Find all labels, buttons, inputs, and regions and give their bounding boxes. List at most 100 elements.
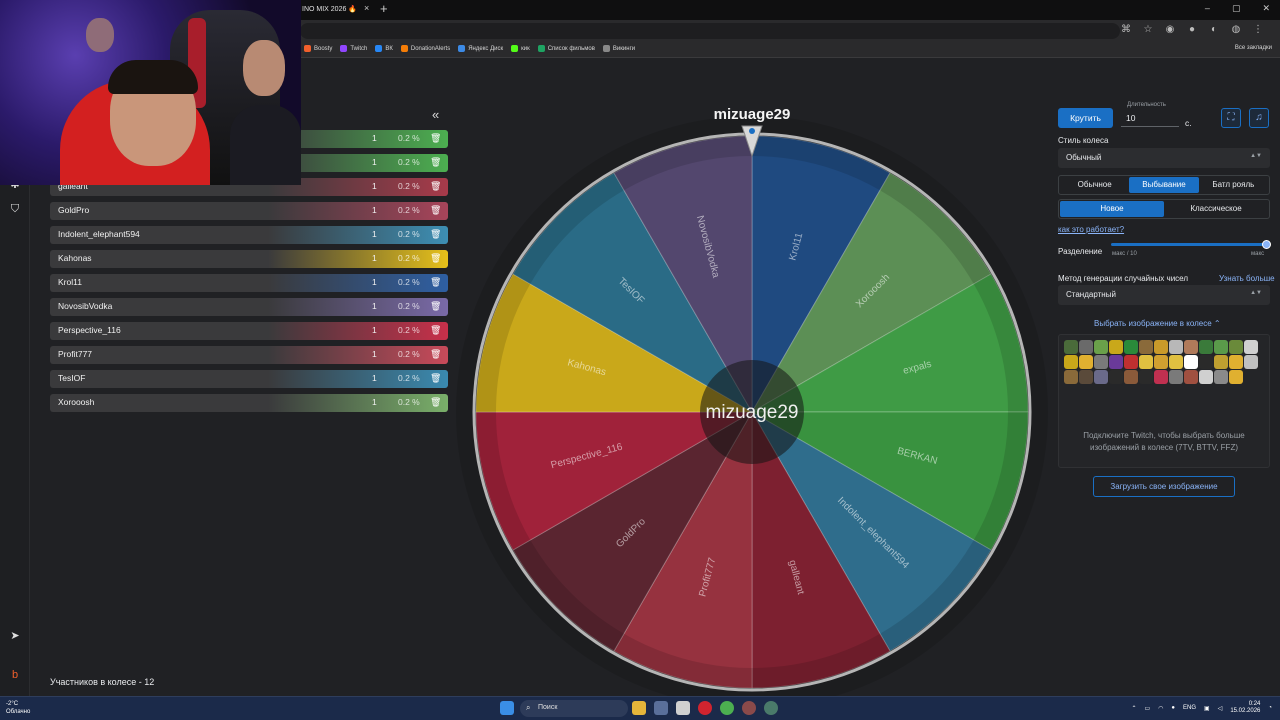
emote-option[interactable] <box>1169 370 1183 384</box>
network-icon[interactable]: ▣ <box>1204 705 1210 712</box>
emote-option[interactable] <box>1064 355 1078 369</box>
weather-widget[interactable]: -2°C Облачно <box>6 700 30 716</box>
system-tray: ⌃ ▭ ◠ ● ENG ▣ ◁ 0:24 15.02.2026 ◔ <box>1131 701 1272 715</box>
mode-option-2[interactable]: Батл рояль <box>1199 177 1268 193</box>
emote-option[interactable] <box>1184 340 1198 354</box>
emote-option[interactable] <box>1124 355 1138 369</box>
split-label: Разделение <box>1058 247 1103 256</box>
clock-time: 0:24 <box>1248 701 1261 707</box>
rng-select[interactable]: Стандартный ▲▼ <box>1058 285 1270 305</box>
volume-icon[interactable]: ◁ <box>1218 705 1223 712</box>
chevron-down-icon: ▲▼ <box>1250 153 1262 159</box>
emote-option[interactable] <box>1154 370 1168 384</box>
duration-unit: с. <box>1185 118 1192 128</box>
app-icon[interactable] <box>742 701 756 715</box>
emote-option[interactable] <box>1139 370 1153 384</box>
mode-switch: Обычное Выбывание Батл рояль <box>1058 175 1270 195</box>
app-icon[interactable] <box>654 701 668 715</box>
emote-option[interactable] <box>1124 340 1138 354</box>
opera-icon[interactable] <box>698 701 712 715</box>
weather-desc: Облачно <box>6 709 31 715</box>
emote-option[interactable] <box>1199 340 1213 354</box>
mode-option-1[interactable]: Выбывание <box>1129 177 1199 193</box>
emote-option[interactable] <box>1139 355 1153 369</box>
music-icon[interactable]: ♫ <box>1249 108 1269 128</box>
emote-option[interactable] <box>1064 370 1078 384</box>
emote-option[interactable] <box>1109 370 1123 384</box>
variant-option-1[interactable]: Классическое <box>1164 201 1268 217</box>
wheel-center-text: mizuage29 <box>706 402 799 423</box>
emote-option[interactable] <box>1244 355 1258 369</box>
image-picker-toggle[interactable]: Выбрать изображение в колесе ⌃ <box>1094 319 1221 328</box>
chevron-up-icon[interactable]: ⌃ <box>1131 705 1136 712</box>
wheel-style-value: Обычный <box>1066 153 1102 162</box>
wheel-style-label: Стиль колеса <box>1058 136 1109 145</box>
emote-option[interactable] <box>1169 355 1183 369</box>
app-icon[interactable] <box>676 701 690 715</box>
language-indicator[interactable]: ENG <box>1183 705 1196 711</box>
duration-input[interactable] <box>1121 109 1179 127</box>
search-icon: ⌕ <box>526 703 531 712</box>
emote-option[interactable] <box>1094 355 1108 369</box>
emote-option[interactable] <box>1229 370 1243 384</box>
emote-option[interactable] <box>1139 340 1153 354</box>
tray-icon[interactable]: ▭ <box>1144 705 1150 712</box>
taskbar-search-label: Поиск <box>538 704 558 711</box>
emote-option[interactable] <box>1244 340 1258 354</box>
taskbar-search[interactable]: ⌕ Поиск <box>520 700 628 717</box>
emote-option[interactable] <box>1214 355 1228 369</box>
rng-label: Метод генерации случайных чисел <box>1058 274 1189 283</box>
emote-option[interactable] <box>1094 370 1108 384</box>
emote-option[interactable] <box>1214 370 1228 384</box>
emote-option[interactable] <box>1064 340 1078 354</box>
chevron-down-icon: ▲▼ <box>1250 290 1262 296</box>
emote-option[interactable] <box>1214 340 1228 354</box>
winner-name: mizuage29 <box>713 106 791 123</box>
fullscreen-icon[interactable]: ⛶ <box>1221 108 1241 128</box>
wheel-pointer-dot <box>749 128 755 134</box>
split-max-label: макс <box>1251 251 1265 257</box>
chrome-icon[interactable] <box>720 701 734 715</box>
emote-option[interactable] <box>1079 355 1093 369</box>
emote-option[interactable] <box>1199 370 1213 384</box>
notifications-icon[interactable]: ◔ <box>1268 705 1272 711</box>
duration-label: Длительность <box>1127 102 1166 108</box>
variant-option-0[interactable]: Новое <box>1060 201 1164 217</box>
split-slider-handle[interactable] <box>1262 240 1271 249</box>
microphone-icon[interactable]: ● <box>1171 705 1175 711</box>
spin-button[interactable]: Крутить <box>1058 108 1113 128</box>
emote-option[interactable] <box>1184 370 1198 384</box>
emote-option[interactable] <box>1199 355 1213 369</box>
emote-option[interactable] <box>1184 355 1198 369</box>
emote-option[interactable] <box>1079 340 1093 354</box>
taskbar: -2°C Облачно ⌕ Поиск ⌃ ▭ ◠ ● ENG ▣ ◁ 0:2… <box>0 696 1280 720</box>
clock[interactable]: 0:24 15.02.2026 <box>1230 701 1260 715</box>
emote-grid <box>1064 340 1259 384</box>
rng-learn-more-link[interactable]: Узнать больше <box>1219 274 1275 283</box>
file-explorer-icon[interactable] <box>632 701 646 715</box>
emote-option[interactable] <box>1169 340 1183 354</box>
app-icon[interactable] <box>764 701 778 715</box>
emote-option[interactable] <box>1094 340 1108 354</box>
emote-option[interactable] <box>1124 370 1138 384</box>
how-it-works-link[interactable]: как это работает? <box>1058 225 1124 234</box>
clock-date: 15.02.2026 <box>1230 708 1261 714</box>
emote-option[interactable] <box>1154 340 1168 354</box>
emote-option[interactable] <box>1109 340 1123 354</box>
split-slider[interactable] <box>1111 243 1267 246</box>
weather-temp: -2°C <box>6 701 19 707</box>
emote-option[interactable] <box>1229 355 1243 369</box>
split-min-label: макс / 10 <box>1112 251 1137 257</box>
rng-value: Стандартный <box>1066 290 1116 299</box>
emote-option[interactable] <box>1154 355 1168 369</box>
emote-option[interactable] <box>1079 370 1093 384</box>
webcam-overlay <box>0 0 301 185</box>
wifi-icon[interactable]: ◠ <box>1158 705 1163 712</box>
mode-option-0[interactable]: Обычное <box>1060 177 1129 193</box>
upload-image-button[interactable]: Загрузить свое изображение <box>1093 476 1235 497</box>
windows-start-icon[interactable] <box>500 701 514 715</box>
wheel-style-select[interactable]: Обычный ▲▼ <box>1058 148 1270 168</box>
variant-switch: Новое Классическое <box>1058 199 1270 219</box>
emote-option[interactable] <box>1229 340 1243 354</box>
emote-option[interactable] <box>1109 355 1123 369</box>
